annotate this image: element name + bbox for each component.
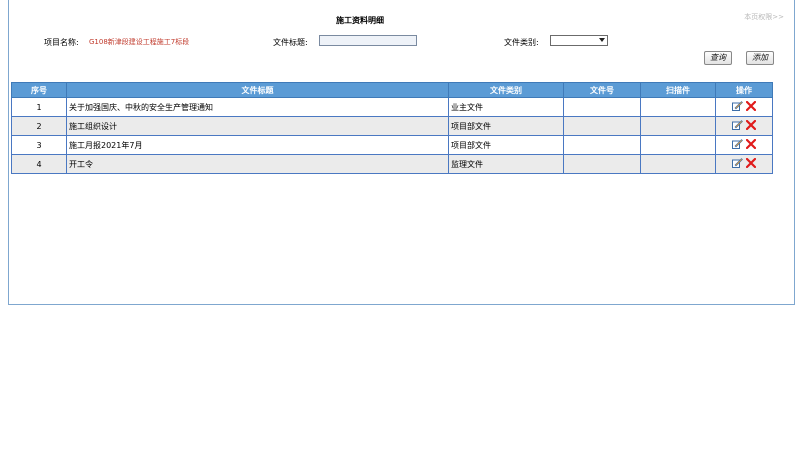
row-actions xyxy=(715,116,773,136)
table-header-row: 序号 文件标题 文件类别 文件号 扫描件 操作 xyxy=(11,82,773,98)
row-number: 3 xyxy=(11,135,67,155)
column-header-doc-no: 文件号 xyxy=(563,82,641,98)
edit-icon[interactable] xyxy=(732,139,744,151)
row-doc-no xyxy=(563,116,641,136)
file-title-input[interactable] xyxy=(319,35,417,46)
row-category: 项目部文件 xyxy=(448,135,564,155)
row-scan xyxy=(640,116,716,136)
file-title-label: 文件标题: xyxy=(273,38,308,47)
file-type-select[interactable] xyxy=(550,35,608,46)
delete-icon[interactable] xyxy=(745,100,756,113)
column-header-title: 文件标题 xyxy=(66,82,449,98)
row-number: 2 xyxy=(11,116,67,136)
table-row: 1 关于加强国庆、中秋的安全生产管理通知 业主文件 xyxy=(11,97,773,117)
column-header-category: 文件类别 xyxy=(448,82,564,98)
row-title: 施工月报2021年7月 xyxy=(66,135,449,155)
delete-icon[interactable] xyxy=(745,138,756,151)
table-row: 2 施工组织设计 项目部文件 xyxy=(11,116,773,136)
row-doc-no xyxy=(563,154,641,174)
row-doc-no xyxy=(563,97,641,117)
column-header-actions: 操作 xyxy=(715,82,773,98)
page-title: 施工资料明细 xyxy=(336,16,384,25)
row-title: 开工令 xyxy=(66,154,449,174)
table-row: 4 开工令 监理文件 xyxy=(11,154,773,174)
row-scan xyxy=(640,97,716,117)
add-button[interactable]: 添加 xyxy=(746,51,774,65)
edit-icon[interactable] xyxy=(732,101,744,113)
project-name: G108新津段建设工程施工7标段 xyxy=(89,38,190,46)
row-number: 4 xyxy=(11,154,67,174)
file-type-label: 文件类别: xyxy=(504,38,539,47)
edit-icon[interactable] xyxy=(732,120,744,132)
row-actions xyxy=(715,154,773,174)
delete-icon[interactable] xyxy=(745,119,756,132)
row-title: 施工组织设计 xyxy=(66,116,449,136)
table-row: 3 施工月报2021年7月 项目部文件 xyxy=(11,135,773,155)
documents-table: 序号 文件标题 文件类别 文件号 扫描件 操作 1 关于加强国庆、中秋的安全生产… xyxy=(11,82,773,174)
chevron-down-icon xyxy=(599,38,605,42)
edit-icon[interactable] xyxy=(732,158,744,170)
project-label: 项目名称: xyxy=(44,38,79,47)
row-actions xyxy=(715,97,773,117)
row-category: 项目部文件 xyxy=(448,116,564,136)
row-doc-no xyxy=(563,135,641,155)
row-category: 业主文件 xyxy=(448,97,564,117)
row-title: 关于加强国庆、中秋的安全生产管理通知 xyxy=(66,97,449,117)
column-header-scan: 扫描件 xyxy=(640,82,716,98)
row-actions xyxy=(715,135,773,155)
row-category: 监理文件 xyxy=(448,154,564,174)
row-number: 1 xyxy=(11,97,67,117)
search-button[interactable]: 查询 xyxy=(704,51,732,65)
permission-link[interactable]: 本页权限>> xyxy=(744,12,784,22)
row-scan xyxy=(640,135,716,155)
column-header-no: 序号 xyxy=(11,82,67,98)
delete-icon[interactable] xyxy=(745,157,756,170)
row-scan xyxy=(640,154,716,174)
